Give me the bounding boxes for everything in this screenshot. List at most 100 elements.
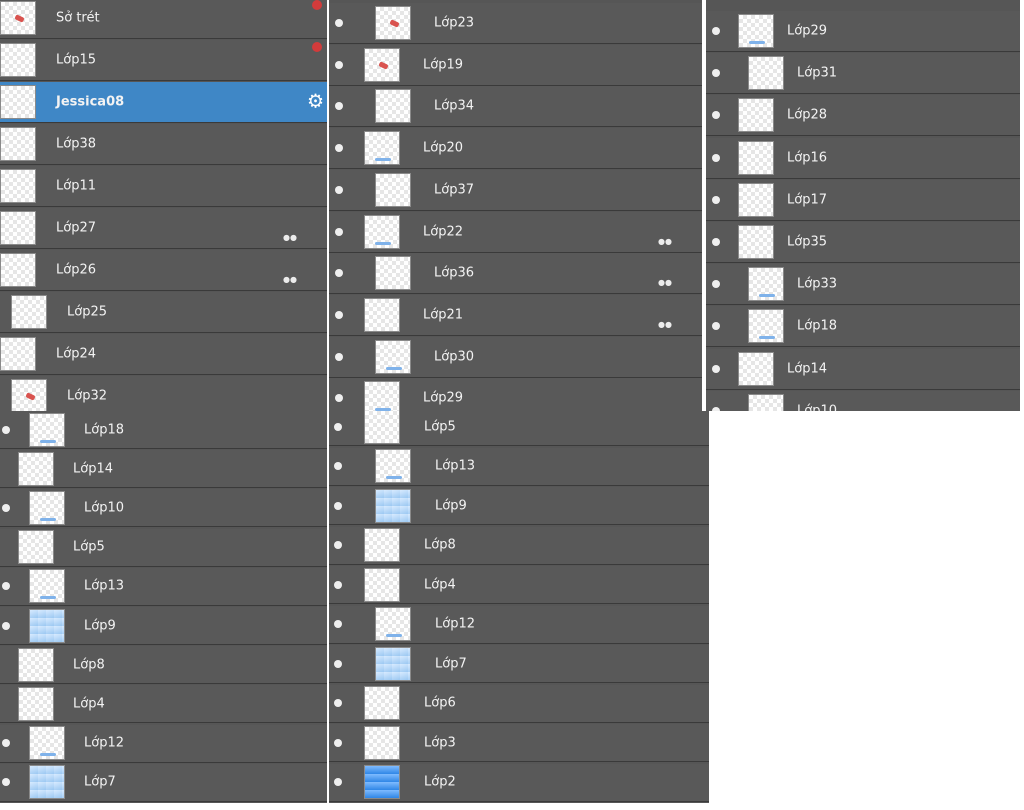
visibility-eye-icon[interactable] <box>335 185 343 194</box>
layer-name: Lớp4 <box>73 696 105 712</box>
visibility-eye-icon[interactable] <box>335 394 343 403</box>
layer-thumbnail <box>738 98 774 133</box>
visibility-eye-icon[interactable] <box>334 738 342 747</box>
layer-row[interactable]: Lớp8 <box>0 646 327 685</box>
visibility-eye-icon[interactable] <box>335 60 343 69</box>
layer-row[interactable]: Jessica08 ⚙ <box>0 82 327 123</box>
visibility-eye-icon[interactable] <box>334 541 342 549</box>
layer-row[interactable]: Lớp13 <box>0 567 327 606</box>
layer-name: Lớp4 <box>424 577 456 592</box>
visibility-eye-icon[interactable] <box>2 503 10 512</box>
layer-row[interactable]: Lớp3 <box>329 724 709 762</box>
layer-row[interactable]: Lớp31 <box>706 53 1020 95</box>
layer-row[interactable]: Lớp28 <box>706 95 1020 137</box>
layer-row[interactable]: Lớp2 <box>329 763 709 802</box>
visibility-eye-icon[interactable] <box>334 462 342 470</box>
visibility-eye-icon[interactable] <box>334 620 342 628</box>
visibility-eye-icon[interactable] <box>335 19 343 27</box>
visibility-eye-icon[interactable] <box>712 364 720 373</box>
visibility-eye-icon[interactable] <box>712 195 720 204</box>
visibility-eye-icon[interactable] <box>712 322 720 331</box>
visibility-eye-icon[interactable] <box>335 144 343 153</box>
visibility-eye-icon[interactable] <box>334 422 342 431</box>
visibility-eye-icon[interactable] <box>2 582 10 591</box>
layer-row[interactable]: Lớp5 <box>329 411 709 446</box>
visibility-eye-icon[interactable] <box>2 739 10 748</box>
layer-row[interactable]: Lớp10 <box>0 489 327 528</box>
layer-row[interactable]: Lớp18 <box>0 411 327 449</box>
gear-icon[interactable]: ⚙ <box>307 92 324 112</box>
layer-row[interactable]: Lớp7 <box>0 763 327 802</box>
layer-row[interactable]: Lớp26 ●● <box>0 250 327 291</box>
visibility-eye-icon[interactable] <box>335 352 343 361</box>
visibility-eye-icon[interactable] <box>334 659 342 668</box>
layer-row[interactable]: Lớp38 <box>0 124 327 165</box>
layer-row[interactable]: Lớp12 <box>0 724 327 763</box>
layer-row[interactable]: Lớp19 <box>329 44 702 86</box>
layer-row[interactable]: Lớp30 <box>329 336 702 378</box>
layer-row[interactable]: Lớp29 <box>706 11 1020 52</box>
layer-row[interactable]: Lớp4 <box>0 685 327 724</box>
layer-row[interactable]: Lớp9 <box>0 607 327 645</box>
visibility-eye-icon[interactable] <box>2 425 10 434</box>
layer-row[interactable]: Lớp25 <box>0 292 327 333</box>
visibility-eye-icon[interactable] <box>334 778 342 786</box>
layer-name: Lớp20 <box>423 140 463 156</box>
layer-row[interactable]: Lớp33 <box>706 264 1020 306</box>
layer-row[interactable]: Lớp37 <box>329 169 702 211</box>
layer-row[interactable]: Lớp29 <box>329 378 702 411</box>
layer-row[interactable]: Lớp35 <box>706 222 1020 263</box>
visibility-eye-icon[interactable] <box>335 102 343 111</box>
layer-row[interactable]: Lớp7 <box>329 645 709 683</box>
layer-row[interactable]: Lớp16 <box>706 137 1020 179</box>
visibility-eye-icon[interactable] <box>712 238 720 246</box>
visibility-eye-icon[interactable] <box>2 778 10 787</box>
layer-row[interactable]: Lớp10 <box>706 390 1020 411</box>
visibility-eye-icon[interactable] <box>712 111 720 120</box>
layer-row[interactable]: Lớp17 <box>706 179 1020 221</box>
layer-name: Lớp26 <box>56 262 96 278</box>
layer-row[interactable]: Lớp36 ●● <box>329 253 702 295</box>
visibility-eye-icon[interactable] <box>334 501 342 510</box>
layer-row[interactable]: Lớp23 <box>329 3 702 44</box>
layer-thumbnail <box>364 214 400 249</box>
layer-row[interactable]: Lớp18 <box>706 306 1020 348</box>
layer-row[interactable]: Lớp32 <box>0 376 327 411</box>
layer-row[interactable]: Lớp21 ●● <box>329 294 702 336</box>
visibility-eye-icon[interactable] <box>334 580 342 589</box>
layer-row[interactable]: Lớp6 <box>329 684 709 723</box>
visibility-eye-icon[interactable] <box>712 69 720 78</box>
layer-thumbnail <box>375 449 411 483</box>
layer-row[interactable]: Lớp8 <box>329 526 709 565</box>
layer-thumbnail <box>738 14 774 48</box>
layer-name: Lớp12 <box>84 735 124 751</box>
visibility-eye-icon[interactable] <box>335 227 343 236</box>
layer-thumbnail <box>748 393 784 411</box>
layer-name: Lớp12 <box>435 616 475 632</box>
layer-row[interactable]: Lớp9 <box>329 487 709 525</box>
layer-row[interactable]: Lớp14 <box>706 348 1020 390</box>
visibility-eye-icon[interactable] <box>334 699 342 707</box>
layer-row[interactable]: Lớp27 ●● <box>0 208 327 249</box>
layer-row[interactable]: Lớp12 <box>329 605 709 644</box>
visibility-eye-icon[interactable] <box>335 310 343 319</box>
layer-name: Lớp19 <box>423 57 463 73</box>
visibility-eye-icon[interactable] <box>712 280 720 289</box>
layer-thumbnail <box>29 608 65 643</box>
layer-row[interactable]: Lớp5 <box>0 528 327 567</box>
layer-row[interactable]: Sở trét <box>0 0 327 39</box>
layer-row[interactable]: Lớp4 <box>329 566 709 604</box>
layer-row[interactable]: Lớp11 <box>0 166 327 207</box>
layer-row[interactable]: Lớp13 <box>329 447 709 486</box>
layer-row[interactable]: Lớp15 <box>0 40 327 81</box>
layer-row[interactable]: Lớp24 <box>0 334 327 375</box>
visibility-eye-icon[interactable] <box>335 269 343 278</box>
visibility-eye-icon[interactable] <box>712 27 720 35</box>
layer-row[interactable]: Lớp22 ●● <box>329 211 702 253</box>
visibility-eye-icon[interactable] <box>712 406 720 411</box>
layer-row[interactable]: Lớp20 <box>329 128 702 170</box>
layer-row[interactable]: Lớp34 <box>329 86 702 128</box>
visibility-eye-icon[interactable] <box>712 153 720 162</box>
visibility-eye-icon[interactable] <box>2 621 10 630</box>
layer-row[interactable]: Lớp14 <box>0 450 327 489</box>
